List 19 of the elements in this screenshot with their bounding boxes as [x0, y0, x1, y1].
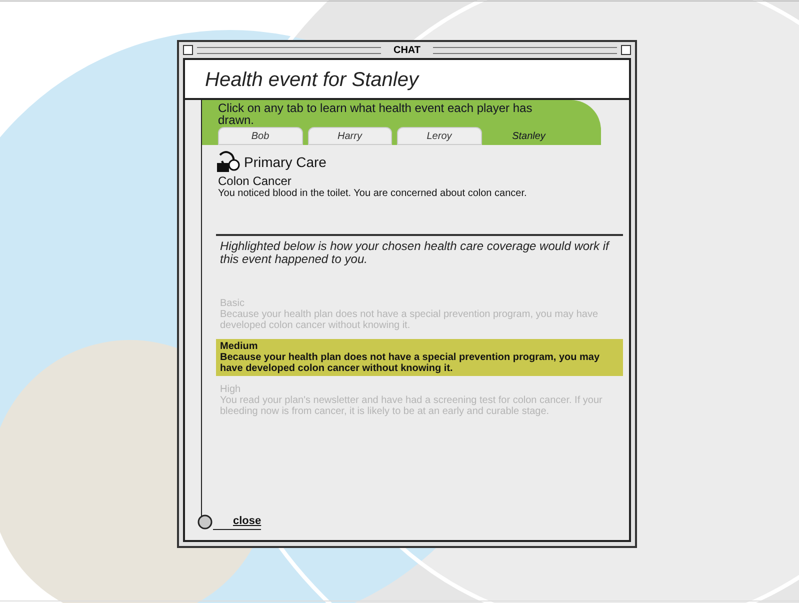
- coverage-level: Medium: [220, 341, 259, 352]
- player-tab[interactable]: Leroy: [397, 127, 482, 145]
- window-title: CHAT: [392, 44, 422, 58]
- event-category: Primary Care: [244, 153, 326, 172]
- coverage-intro: Highlighted below is how your chosen health care coverage would work if this event happened to you.: [220, 240, 611, 266]
- coverage-text: You read your plan's newsletter and have had a screening test for colon cancer. If your bleeding now is from cancer, it is likely to be at an early and curable stage.: [220, 395, 604, 417]
- player-tab[interactable]: Harry: [308, 127, 392, 145]
- coverage-text: Because your health plan does not have a special prevention program, you may have developed colon cancer without knowing it.: [220, 352, 601, 374]
- close-button[interactable]: close: [197, 512, 262, 530]
- coverage-text: Because your health plan does not have a special prevention program, you may have developed colon cancer without knowing it.: [220, 309, 600, 331]
- close-box-icon[interactable]: [183, 45, 193, 55]
- coverage-level: Basic: [220, 298, 246, 309]
- zoom-box-icon[interactable]: [621, 45, 631, 55]
- coverage-level: High: [220, 384, 242, 395]
- instruction-text: Click on any tab to learn what health event each player has drawn.: [218, 102, 534, 126]
- event-title: Colon Cancer: [218, 175, 292, 188]
- player-tab[interactable]: Bob: [218, 127, 302, 145]
- heading: Health event for Stanley: [205, 69, 418, 91]
- event-description: You noticed blood in the toilet. You are concerned about colon cancer.: [218, 188, 528, 200]
